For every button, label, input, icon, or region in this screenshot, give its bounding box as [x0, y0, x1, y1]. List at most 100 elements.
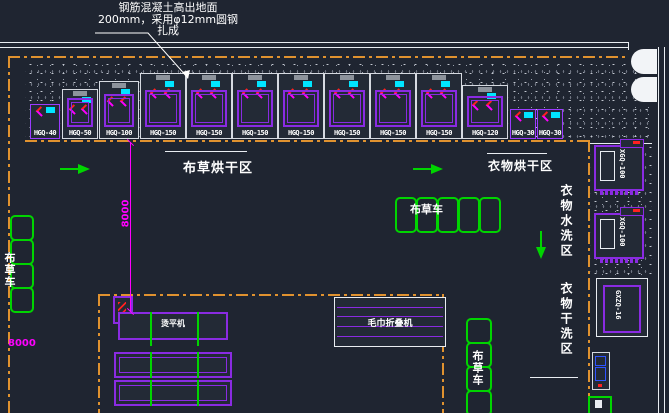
cart-label-left: 布草车 [1, 252, 17, 288]
machine-label: XGQ-100 [618, 217, 626, 247]
control-box-icon [395, 81, 404, 87]
door-leaf-icon [631, 77, 657, 102]
drum-outline [467, 96, 503, 127]
valve-box-icon [620, 139, 644, 148]
boundary-strip-bottom [25, 140, 588, 142]
zone-label-clothes-drying: 衣物烘干区 [488, 157, 553, 174]
ironer-tick [197, 312, 199, 346]
machine-label: HGQ-120 [463, 129, 507, 137]
zone-label-dry-cleaning: 衣物干洗区 [558, 282, 575, 357]
drum-outline [67, 98, 93, 127]
machine-label: HGQ-150 [325, 129, 369, 137]
boundary-corridor-right [588, 140, 590, 413]
linen-cart [10, 287, 34, 313]
control-box-icon [165, 81, 174, 87]
drum-outline [191, 90, 227, 127]
machine-label: HGQ-30 [511, 129, 535, 137]
machine-label: HGQ-150 [371, 129, 415, 137]
dryer-machine: HGQ-150 [278, 73, 324, 139]
flow-arrowhead-icon [431, 164, 443, 174]
dryer-machine: HGQ-30 [510, 109, 536, 139]
table-inner [119, 357, 227, 373]
valve-box-icon [620, 207, 644, 216]
wall-right-inner [664, 47, 665, 413]
dry-clean-room: GXZQ-16 [596, 278, 648, 337]
dryer-machine: HGQ-40 [30, 104, 60, 139]
machine-label: HGQ-100 [100, 129, 138, 137]
dryer-machine: HGQ-120 [462, 85, 508, 139]
drum-outline [237, 90, 273, 127]
ironer-table [114, 380, 232, 406]
vent-cap-icon [112, 83, 126, 88]
machine-label: HGQ-150 [417, 129, 461, 137]
flow-arrowhead-icon [78, 164, 90, 174]
towel-folder-machine: 毛巾折叠机 [334, 297, 446, 347]
ironer-machine: 烫平机 [118, 312, 228, 340]
cart-label-center: 布草车 [410, 201, 443, 217]
control-box-icon [441, 81, 450, 87]
equipment-mark [598, 384, 602, 387]
bin-mark [595, 400, 602, 408]
boundary-ironing-top [98, 294, 444, 296]
door-jamb-left [628, 42, 629, 50]
drum-outline [145, 90, 181, 127]
table-tick [150, 380, 152, 406]
machine-label: 烫平机 [120, 318, 226, 329]
door-leaf-icon [631, 49, 657, 74]
green-bin [588, 396, 612, 413]
dryer-machine: HGQ-150 [186, 73, 232, 139]
vent-cap-icon [478, 87, 492, 92]
machine-label: HGQ-150 [187, 129, 231, 137]
underline-linen-drying [165, 151, 247, 152]
flow-arrowhead-icon [536, 247, 546, 259]
control-box-icon [303, 81, 312, 87]
machine-label: 毛巾折叠机 [335, 316, 445, 329]
machine-label: XGQ-100 [618, 149, 626, 179]
machine-label: HGQ-50 [63, 129, 97, 137]
vent-cap-icon [386, 75, 400, 80]
dryer-machine: HGQ-150 [140, 73, 186, 139]
small-equipment [592, 352, 610, 390]
control-box-icon [211, 81, 220, 87]
dryer-machine: HGQ-150 [232, 73, 278, 139]
vent-cap-icon [73, 91, 87, 96]
control-box-icon [349, 81, 358, 87]
boundary-top [8, 56, 628, 58]
dryer-machine: HGQ-150 [324, 73, 370, 139]
vent-cap-icon [248, 75, 262, 80]
wall-top-inner [0, 47, 628, 48]
dimension-text-vertical: 8000 [120, 200, 131, 228]
control-box-icon [524, 112, 533, 118]
door-outline [600, 219, 615, 249]
machine-feet [600, 258, 638, 263]
equipment-detail [595, 356, 606, 366]
drum-outline [104, 94, 134, 127]
control-box-icon [257, 81, 266, 87]
note-line-3: 扎成 [88, 25, 248, 37]
folder-line [337, 307, 443, 308]
vent-cap-icon [156, 75, 170, 80]
folder-line [337, 336, 443, 337]
machine-label: HGQ-150 [279, 129, 323, 137]
linen-cart [10, 215, 34, 241]
dryer-machine: HGQ-30 [537, 109, 563, 139]
table-tick [150, 352, 152, 378]
table-tick [197, 352, 199, 378]
ironer-table [114, 352, 232, 378]
linen-cart [458, 197, 480, 233]
control-box-icon [46, 107, 55, 113]
connection-mark-icon [36, 106, 47, 117]
cart-label-bottom: 布草车 [469, 350, 485, 386]
washer-machine: XGQ-100 [594, 213, 644, 259]
table-tick [197, 380, 199, 406]
linen-cart [466, 390, 492, 413]
linen-cart [466, 318, 492, 344]
wall-right-outer [658, 47, 659, 413]
machine-label: GXZQ-16 [614, 290, 622, 320]
door-outline [600, 151, 615, 181]
vent-cap-icon [340, 75, 354, 80]
machine-label: HGQ-150 [141, 129, 185, 137]
machine-label: HGQ-30 [538, 129, 562, 137]
ironer-tick [150, 312, 152, 346]
vent-cap-icon [202, 75, 216, 80]
